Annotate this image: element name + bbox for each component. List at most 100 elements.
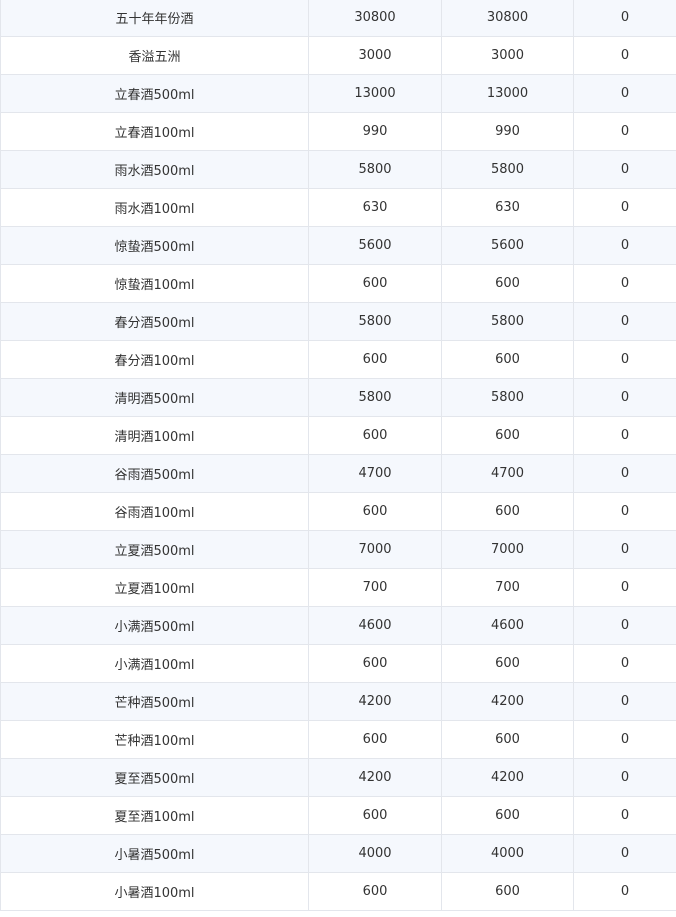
table-row: 惊蛰酒500ml 5600 5600 0 — [0, 226, 676, 265]
table-row: 芒种酒500ml 4200 4200 0 — [0, 682, 676, 721]
price-cell-2: 700 — [441, 568, 574, 607]
table-row: 惊蛰酒100ml 600 600 0 — [0, 264, 676, 303]
table-row: 谷雨酒100ml 600 600 0 — [0, 492, 676, 531]
price-cell-2: 5600 — [441, 226, 574, 265]
product-name-cell: 立春酒100ml — [0, 112, 309, 151]
product-name-cell: 小暑酒100ml — [0, 872, 309, 911]
product-name-cell: 惊蛰酒500ml — [0, 226, 309, 265]
price-cell: 600 — [308, 644, 442, 683]
product-name-cell: 谷雨酒500ml — [0, 454, 309, 493]
product-name-cell: 小满酒100ml — [0, 644, 309, 683]
diff-cell: 0 — [573, 378, 676, 417]
table-row: 谷雨酒500ml 4700 4700 0 — [0, 454, 676, 493]
table-row: 雨水酒500ml 5800 5800 0 — [0, 150, 676, 189]
table-row: 立夏酒500ml 7000 7000 0 — [0, 530, 676, 569]
price-cell: 4000 — [308, 834, 442, 873]
table-row: 夏至酒500ml 4200 4200 0 — [0, 758, 676, 797]
price-cell: 600 — [308, 872, 442, 911]
table-row: 五十年年份酒 30800 30800 0 — [0, 0, 676, 37]
price-cell: 30800 — [308, 0, 442, 37]
diff-cell: 0 — [573, 720, 676, 759]
diff-cell: 0 — [573, 682, 676, 721]
price-table-body: 五十年年份酒 30800 30800 0 香溢五洲 3000 3000 0 立春酒500ml 13… — [0, 0, 676, 911]
table-row: 芒种酒100ml 600 600 0 — [0, 720, 676, 759]
price-cell: 600 — [308, 340, 442, 379]
product-name-cell: 夏至酒100ml — [0, 796, 309, 835]
diff-cell: 0 — [573, 758, 676, 797]
diff-cell: 0 — [573, 644, 676, 683]
table-row: 雨水酒100ml 630 630 0 — [0, 188, 676, 227]
price-cell: 600 — [308, 416, 442, 455]
price-cell: 7000 — [308, 530, 442, 569]
price-cell-2: 4200 — [441, 682, 574, 721]
price-cell-2: 4200 — [441, 758, 574, 797]
price-cell: 600 — [308, 492, 442, 531]
diff-cell: 0 — [573, 74, 676, 113]
price-cell-2: 600 — [441, 644, 574, 683]
table-row: 清明酒100ml 600 600 0 — [0, 416, 676, 455]
product-name-cell: 香溢五洲 — [0, 36, 309, 75]
price-cell-2: 13000 — [441, 74, 574, 113]
diff-cell: 0 — [573, 416, 676, 455]
product-name-cell: 谷雨酒100ml — [0, 492, 309, 531]
price-cell-2: 630 — [441, 188, 574, 227]
product-name-cell: 清明酒500ml — [0, 378, 309, 417]
table-row: 小暑酒100ml 600 600 0 — [0, 872, 676, 911]
price-cell: 5800 — [308, 302, 442, 341]
price-cell-2: 600 — [441, 720, 574, 759]
price-cell: 990 — [308, 112, 442, 151]
price-table: 五十年年份酒 30800 30800 0 香溢五洲 3000 3000 0 立春酒500ml 13… — [0, 0, 676, 911]
diff-cell: 0 — [573, 492, 676, 531]
diff-cell: 0 — [573, 0, 676, 37]
diff-cell: 0 — [573, 454, 676, 493]
price-cell: 600 — [308, 720, 442, 759]
table-row: 夏至酒100ml 600 600 0 — [0, 796, 676, 835]
price-cell-2: 7000 — [441, 530, 574, 569]
price-cell: 5800 — [308, 378, 442, 417]
diff-cell: 0 — [573, 188, 676, 227]
table-row: 小暑酒500ml 4000 4000 0 — [0, 834, 676, 873]
table-row: 立夏酒100ml 700 700 0 — [0, 568, 676, 607]
table-row: 小满酒500ml 4600 4600 0 — [0, 606, 676, 645]
table-row: 香溢五洲 3000 3000 0 — [0, 36, 676, 75]
price-cell-2: 4000 — [441, 834, 574, 873]
product-name-cell: 立夏酒500ml — [0, 530, 309, 569]
table-row: 清明酒500ml 5800 5800 0 — [0, 378, 676, 417]
product-name-cell: 雨水酒100ml — [0, 188, 309, 227]
price-cell: 5600 — [308, 226, 442, 265]
price-cell-2: 600 — [441, 340, 574, 379]
price-cell-2: 990 — [441, 112, 574, 151]
price-cell-2: 4700 — [441, 454, 574, 493]
diff-cell: 0 — [573, 264, 676, 303]
diff-cell: 0 — [573, 834, 676, 873]
price-cell: 4200 — [308, 682, 442, 721]
diff-cell: 0 — [573, 530, 676, 569]
table-row: 春分酒100ml 600 600 0 — [0, 340, 676, 379]
diff-cell: 0 — [573, 226, 676, 265]
product-name-cell: 五十年年份酒 — [0, 0, 309, 37]
price-cell: 3000 — [308, 36, 442, 75]
diff-cell: 0 — [573, 112, 676, 151]
product-name-cell: 立夏酒100ml — [0, 568, 309, 607]
price-cell-2: 3000 — [441, 36, 574, 75]
product-name-cell: 芒种酒500ml — [0, 682, 309, 721]
price-cell-2: 600 — [441, 264, 574, 303]
diff-cell: 0 — [573, 150, 676, 189]
price-cell: 600 — [308, 264, 442, 303]
price-cell-2: 5800 — [441, 378, 574, 417]
product-name-cell: 小暑酒500ml — [0, 834, 309, 873]
table-row: 立春酒500ml 13000 13000 0 — [0, 74, 676, 113]
table-row: 春分酒500ml 5800 5800 0 — [0, 302, 676, 341]
product-name-cell: 惊蛰酒100ml — [0, 264, 309, 303]
diff-cell: 0 — [573, 872, 676, 911]
price-cell-2: 30800 — [441, 0, 574, 37]
price-cell: 4200 — [308, 758, 442, 797]
price-cell-2: 600 — [441, 872, 574, 911]
price-cell-2: 5800 — [441, 150, 574, 189]
diff-cell: 0 — [573, 796, 676, 835]
price-cell-2: 5800 — [441, 302, 574, 341]
product-name-cell: 雨水酒500ml — [0, 150, 309, 189]
product-name-cell: 夏至酒500ml — [0, 758, 309, 797]
price-cell-2: 600 — [441, 492, 574, 531]
diff-cell: 0 — [573, 302, 676, 341]
